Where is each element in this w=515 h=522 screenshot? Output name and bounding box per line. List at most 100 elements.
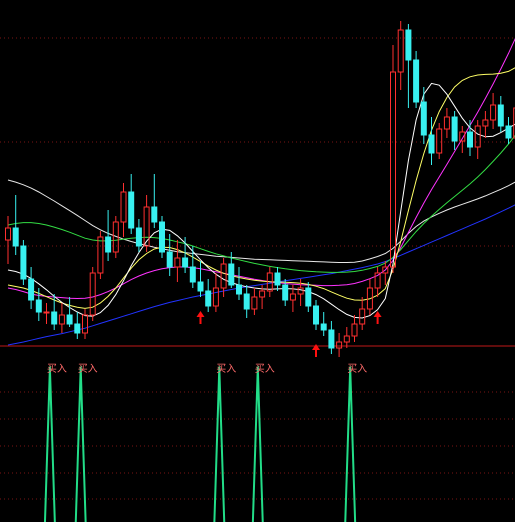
chart-canvas: 买入 买入 买入 买入 买入 <box>0 21 515 522</box>
candle <box>28 267 35 309</box>
candle-body <box>66 314 73 325</box>
candle-body <box>274 272 281 286</box>
candle <box>74 312 81 339</box>
candle <box>428 117 435 165</box>
buy-signal: 买入 <box>251 363 275 522</box>
candle <box>97 231 104 279</box>
candle-body <box>135 227 142 247</box>
candle-body <box>451 116 458 142</box>
candle-body <box>28 278 35 301</box>
candle-body <box>497 104 504 127</box>
candle-body <box>343 335 350 343</box>
candle <box>305 282 312 312</box>
moving-average-line-1 <box>7 179 515 263</box>
candle-body <box>397 29 404 73</box>
candle-body <box>420 101 427 136</box>
candle-body <box>182 257 189 268</box>
candle-body <box>174 257 181 268</box>
signal-spike <box>43 367 56 522</box>
moving-average-layer <box>7 38 515 346</box>
candle <box>382 261 389 285</box>
candle-body <box>474 125 481 148</box>
candle <box>243 285 250 318</box>
candle-body <box>143 206 150 247</box>
candle-body <box>74 323 81 334</box>
candle <box>251 288 258 315</box>
candle-body <box>259 290 266 298</box>
candle <box>343 327 350 348</box>
candle-body <box>151 206 158 223</box>
candle <box>135 219 142 252</box>
candle-body <box>51 311 58 325</box>
candle <box>20 240 27 285</box>
candle-body <box>228 263 235 286</box>
candle-body <box>405 29 412 61</box>
candle <box>274 267 281 291</box>
moving-average-line-4 <box>7 38 515 300</box>
candle <box>128 174 135 234</box>
candle <box>66 297 73 327</box>
candle <box>436 123 443 159</box>
candle-body <box>159 221 165 253</box>
candle-body <box>351 323 358 337</box>
candle-body <box>297 287 304 295</box>
buy-signal: 买入 <box>74 363 98 522</box>
candle-body <box>359 308 366 325</box>
candle-body <box>413 59 420 103</box>
candle-body <box>336 341 343 349</box>
candle <box>497 96 504 132</box>
candle <box>320 312 327 336</box>
candle-body <box>220 263 227 289</box>
signal-spike <box>251 367 264 522</box>
candle <box>82 309 88 339</box>
signal-label: 买入 <box>216 363 236 375</box>
candle <box>451 111 458 150</box>
candle <box>189 246 196 288</box>
candle-body <box>289 293 296 301</box>
candle <box>58 303 65 333</box>
candle <box>443 108 450 138</box>
buy-arrow-icon <box>373 311 382 324</box>
candle <box>505 117 512 144</box>
signal-label: 买入 <box>347 363 367 375</box>
signal-panel: 买入 买入 买入 买入 买入 <box>43 363 367 522</box>
candle-body <box>189 266 196 283</box>
candle-body <box>105 236 112 253</box>
candle-body <box>89 272 96 316</box>
candle-body <box>58 314 65 325</box>
stock-chart: 买入 买入 买入 买入 买入 <box>0 0 515 522</box>
candle-body <box>490 104 497 121</box>
candle <box>405 24 412 108</box>
candle-body <box>436 128 443 154</box>
candle <box>120 183 127 237</box>
candle-body <box>320 323 327 331</box>
candle-body <box>12 227 19 247</box>
candle <box>328 321 335 354</box>
buy-signal: 买入 <box>344 363 367 522</box>
candle <box>197 261 204 297</box>
candle-body <box>120 191 127 223</box>
candle <box>12 195 19 255</box>
signal-spike <box>213 367 226 522</box>
candle <box>420 87 427 144</box>
candle <box>366 279 373 315</box>
candle-body <box>236 284 242 295</box>
candle-body <box>243 293 250 310</box>
candle-body <box>205 290 212 307</box>
buy-arrow-layer <box>196 311 382 357</box>
candle <box>374 267 381 297</box>
candle-body <box>428 134 435 154</box>
candle <box>43 303 50 324</box>
candle <box>359 297 366 330</box>
moving-average-line-2 <box>7 204 515 346</box>
moving-average-line-3 <box>7 134 515 273</box>
signal-label: 买入 <box>47 363 67 375</box>
buy-arrow-icon <box>196 311 205 324</box>
candle <box>482 111 489 138</box>
candle <box>336 333 343 357</box>
candle-body <box>443 116 450 130</box>
candle <box>205 279 212 312</box>
signal-label: 买入 <box>78 363 98 375</box>
candle-body <box>43 311 50 314</box>
candle-body <box>390 71 396 268</box>
